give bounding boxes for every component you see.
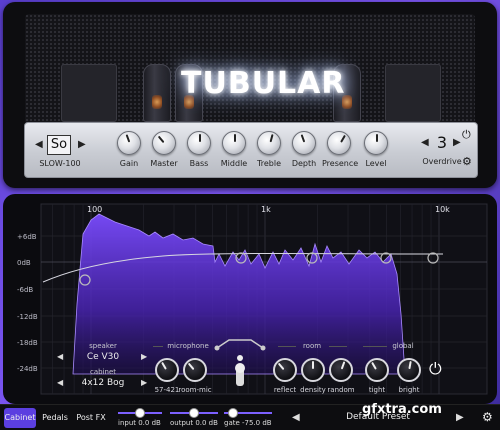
microphone-label: microphone — [167, 342, 209, 350]
master-knob[interactable]: Master — [147, 131, 181, 168]
room-label: room — [302, 342, 322, 350]
divider — [153, 346, 163, 347]
mic-5742-knob[interactable] — [155, 358, 179, 382]
input-slider-text: input 0.0 dB — [118, 419, 161, 427]
middle-knob[interactable]: Middle — [217, 131, 251, 168]
speaker-next-arrow[interactable]: ▶ — [141, 352, 147, 361]
amp-preset-name: SLOW-100 — [39, 159, 81, 168]
preset-next-arrow[interactable]: ▶ — [78, 139, 86, 150]
room-mic-knob[interactable] — [183, 358, 207, 382]
room-mic-label: room-mic — [178, 386, 212, 394]
cabinet-power-icon[interactable]: ⏻ — [429, 359, 442, 379]
overdrive-next-arrow[interactable]: ▶ — [453, 137, 461, 148]
reflect-knob[interactable] — [273, 358, 297, 382]
tab-pedals[interactable]: Pedals — [40, 408, 70, 428]
cabinet-editor: +6dB 0dB -6dB -12dB -18dB -24dB 100 1k 10k speak… — [3, 194, 497, 404]
amp-head: TUBULAR ◀ So ▶ SLOW-100 Gain Master Bass… — [3, 2, 497, 188]
bright-knob[interactable] — [397, 358, 421, 382]
freq-tick-label: 100 — [87, 205, 102, 214]
amp-preset-box[interactable]: So — [47, 135, 71, 155]
cabinet-prev-arrow[interactable]: ◀ — [57, 378, 63, 387]
cabinet-select[interactable]: 4x12 Bog — [73, 378, 133, 388]
amp-vent-left — [61, 64, 117, 122]
preset-prev-icon[interactable]: ◀ — [292, 412, 300, 423]
input-slider[interactable]: input 0.0 dB — [118, 408, 166, 428]
cabinet-label: cabinet — [89, 368, 116, 376]
random-knob[interactable] — [329, 358, 353, 382]
speaker-label: speaker — [89, 342, 117, 350]
random-label: random — [327, 386, 355, 394]
output-slider[interactable]: output 0.0 dB — [170, 408, 222, 428]
vacuum-tube-1 — [143, 64, 171, 122]
preset-prev-arrow[interactable]: ◀ — [35, 139, 43, 150]
tab-post-fx[interactable]: Post FX — [74, 408, 108, 428]
gain-knob[interactable]: Gain — [112, 131, 146, 168]
bass-knob[interactable]: Bass — [182, 131, 216, 168]
amp-control-panel: ◀ So ▶ SLOW-100 Gain Master Bass Middle … — [24, 122, 478, 178]
gate-slider[interactable]: gate -75.0 dB — [224, 408, 276, 428]
output-slider-text: output 0.0 dB — [170, 419, 218, 427]
tubular-logo: TUBULAR — [181, 66, 346, 101]
amp-gear-icon[interactable]: ⚙ — [462, 155, 472, 168]
freq-tick-label: 1k — [261, 205, 271, 214]
speaker-prev-arrow[interactable]: ◀ — [57, 352, 63, 361]
db-tick-label: -6dB — [17, 286, 33, 294]
amp-power-icon[interactable]: ⏻ — [462, 128, 471, 142]
watermark-text: gfxtra.com — [362, 402, 442, 417]
input-slider-thumb[interactable] — [135, 408, 145, 418]
density-knob[interactable] — [301, 358, 325, 382]
divider — [363, 346, 387, 347]
depth-knob[interactable]: Depth — [287, 131, 321, 168]
tight-knob[interactable] — [365, 358, 389, 382]
overdrive-label: Overdrive — [422, 157, 462, 166]
mic-position-icon[interactable] — [213, 334, 267, 396]
db-tick-label: +6dB — [17, 233, 37, 241]
presence-knob[interactable]: Presence — [322, 131, 358, 168]
output-slider-thumb[interactable] — [189, 408, 199, 418]
preset-next-icon[interactable]: ▶ — [456, 412, 464, 423]
global-label: global — [392, 342, 414, 350]
treble-knob[interactable]: Treble — [252, 131, 286, 168]
settings-gear-icon[interactable]: ⚙ — [482, 410, 493, 424]
divider — [278, 346, 296, 347]
db-tick-label: 0dB — [17, 259, 31, 267]
overdrive-channel-value: 3 — [436, 133, 448, 152]
speaker-select[interactable]: Ce V30 — [73, 352, 133, 362]
divider — [329, 346, 347, 347]
freq-tick-label: 10k — [435, 205, 450, 214]
bright-label: bright — [398, 386, 420, 394]
db-tick-label: -12dB — [17, 313, 38, 321]
gate-slider-thumb[interactable] — [228, 408, 238, 418]
cabinet-controls: speaker ◀ Ce V30 ▶ cabinet ◀ 4x12 Bog ▶ … — [3, 334, 497, 404]
tab-cabinet[interactable]: Cabinet — [4, 408, 36, 428]
overdrive-prev-arrow[interactable]: ◀ — [421, 137, 429, 148]
gate-slider-text: gate -75.0 dB — [224, 419, 272, 427]
amp-vent-right — [385, 64, 441, 122]
level-knob[interactable]: Level — [359, 131, 393, 168]
